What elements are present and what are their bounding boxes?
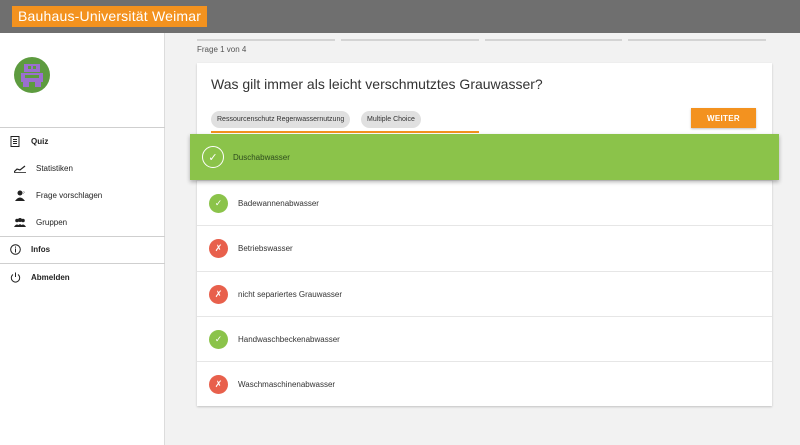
info-icon <box>9 244 21 256</box>
power-icon <box>9 272 21 284</box>
cross-icon: ✗ <box>209 284 228 304</box>
answer-option[interactable]: ✗ Waschmaschinenabwasser <box>197 361 772 406</box>
weiter-button[interactable]: WEITER <box>691 108 756 128</box>
sidebar-item-infos[interactable]: Infos <box>0 236 165 263</box>
avatar[interactable] <box>14 57 50 93</box>
answer-label: Duschabwasser <box>233 152 290 162</box>
check-icon: ✓ <box>209 193 228 213</box>
sidebar-item-label: Quiz <box>31 137 49 146</box>
tag-chip: Multiple Choice <box>361 111 421 128</box>
answer-option[interactable]: ✗ Betriebswasser <box>197 225 772 270</box>
check-icon: ✓ <box>202 146 224 168</box>
sidebar-item-label: Infos <box>31 245 51 254</box>
sidebar: Quiz Statistiken ? Frage vorschlagen Gru… <box>0 33 165 445</box>
sidebar-item-label: Frage vorschlagen <box>36 191 103 200</box>
sidebar-item-label: Abmelden <box>31 273 70 282</box>
progress-segment <box>197 39 335 41</box>
group-icon <box>14 217 26 229</box>
tag-chip: Ressourcenschutz Regenwassernutzung <box>211 111 351 128</box>
answer-label: Waschmaschinenabwasser <box>238 379 336 389</box>
top-bar: Bauhaus-Universität Weimar <box>0 0 800 33</box>
question-text: Was gilt immer als leicht verschmutztes … <box>211 76 543 92</box>
sidebar-item-label: Gruppen <box>36 218 68 227</box>
progress-segment <box>485 39 622 41</box>
sidebar-item-quiz[interactable]: Quiz <box>0 128 165 155</box>
answer-option[interactable]: ✗ nicht separiertes Grauwasser <box>197 271 772 316</box>
sidebar-item-statistiken[interactable]: Statistiken <box>0 155 165 182</box>
sidebar-item-label: Statistiken <box>36 164 73 173</box>
brand-logo[interactable]: Bauhaus-Universität Weimar <box>12 6 208 27</box>
tab-indicator <box>211 131 479 133</box>
robot-avatar-icon <box>21 64 43 87</box>
answer-option[interactable]: ✓ Badewannenabwasser <box>197 180 772 225</box>
chart-icon <box>14 163 26 175</box>
answer-label: nicht separiertes Grauwasser <box>238 289 343 299</box>
cross-icon: ✗ <box>209 238 228 258</box>
suggest-icon: ? <box>14 190 26 202</box>
answer-label: Badewannenabwasser <box>238 198 319 208</box>
progress-label: Frage 1 von 4 <box>197 45 247 54</box>
answer-label: Handwaschbeckenabwasser <box>238 334 340 344</box>
check-icon: ✓ <box>209 329 228 349</box>
answer-option-selected[interactable]: ✓ Duschabwasser <box>190 134 779 180</box>
sidebar-item-frage-vorschlagen[interactable]: ? Frage vorschlagen <box>0 182 165 209</box>
quiz-icon <box>9 136 21 148</box>
cross-icon: ✗ <box>209 374 228 394</box>
answer-option[interactable]: ✓ Handwaschbeckenabwasser <box>197 316 772 361</box>
sidebar-item-gruppen[interactable]: Gruppen <box>0 209 165 236</box>
progress-segment <box>341 39 479 41</box>
answer-label: Betriebswasser <box>238 243 293 253</box>
svg-text:?: ? <box>23 190 26 195</box>
sidebar-item-abmelden[interactable]: Abmelden <box>0 264 165 291</box>
progress-segment <box>628 39 766 41</box>
